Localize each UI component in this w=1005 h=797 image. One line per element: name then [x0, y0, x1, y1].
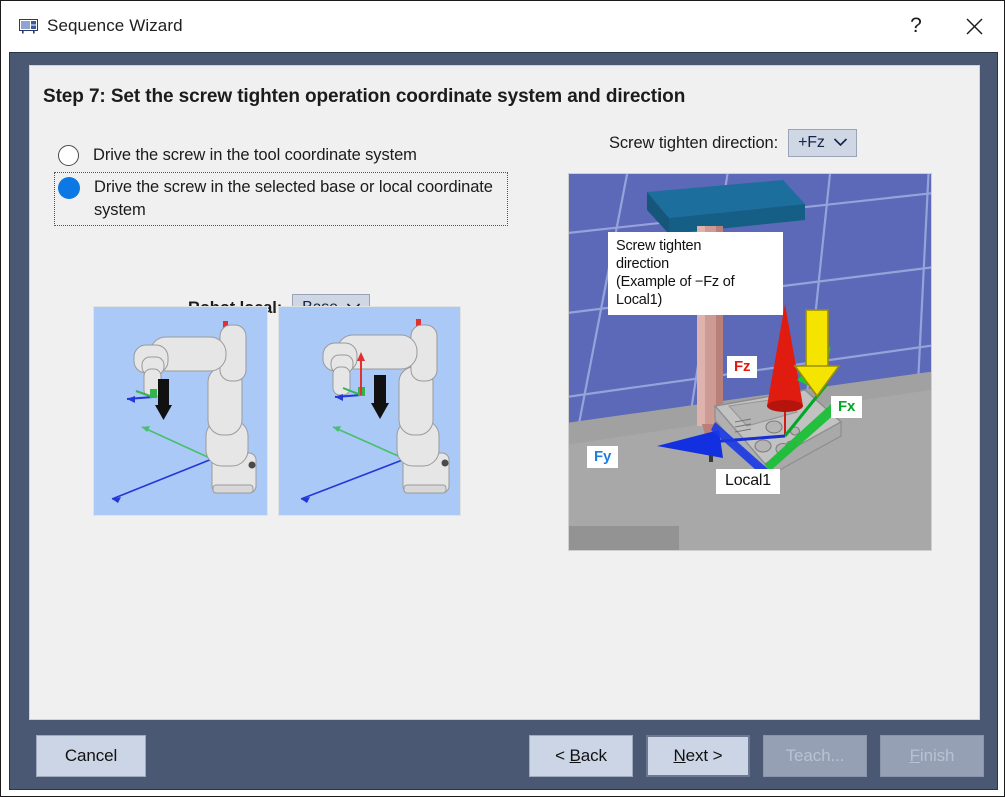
- chevron-down-icon: [833, 134, 848, 152]
- radio-option-base-local-coordinate[interactable]: Drive the screw in the selected base or …: [54, 172, 508, 226]
- radio-label-base-local-coordinate: Drive the screw in the selected base or …: [94, 178, 493, 219]
- title-bar: Sequence Wizard ?: [2, 2, 1003, 50]
- next-button-label: Next >: [673, 746, 723, 765]
- finish-button-label: Finish: [909, 746, 955, 765]
- radio-indicator-unchecked: [58, 145, 79, 166]
- page-title: Step 7: Set the screw tighten operation …: [43, 86, 686, 107]
- wizard-content-panel: Step 7: Set the screw tighten operation …: [29, 65, 980, 720]
- screw-tighten-direction-label: Screw tighten direction:: [609, 133, 779, 152]
- close-icon: [965, 17, 984, 36]
- sequence-wizard-window: Sequence Wizard ? Step 7: Set the screw …: [0, 0, 1005, 797]
- finish-button[interactable]: Finish: [880, 735, 984, 777]
- cancel-button[interactable]: Cancel: [36, 735, 146, 777]
- screw-direction-callout: Screw tighten direction (Example of −Fz …: [608, 232, 783, 315]
- next-button[interactable]: Next >: [646, 735, 750, 777]
- back-button-label: < Back: [555, 746, 607, 765]
- axis-label-fz: Fz: [727, 356, 758, 378]
- coordinate-system-label-local1: Local1: [716, 469, 780, 494]
- back-button[interactable]: < Back: [529, 735, 633, 777]
- axis-label-fx: Fx: [831, 396, 863, 418]
- close-button[interactable]: [945, 3, 1003, 49]
- screw-tighten-direction-row: Screw tighten direction: +Fz: [609, 129, 857, 157]
- radio-label-tool-coordinate: Drive the screw in the tool coordinate s…: [93, 146, 417, 164]
- screw-tighten-3d-preview: Screw tighten direction (Example of −Fz …: [568, 173, 932, 551]
- screw-tighten-direction-value: +Fz: [798, 133, 825, 151]
- wizard-icon: [19, 18, 38, 34]
- coordinate-system-radio-group: Drive the screw in the tool coordinate s…: [54, 141, 525, 228]
- axis-label-fy: Fy: [587, 446, 619, 468]
- robot-base-local-coordinate-preview: [278, 306, 461, 516]
- radio-option-tool-coordinate[interactable]: Drive the screw in the tool coordinate s…: [55, 141, 525, 170]
- radio-indicator-checked: [58, 177, 80, 199]
- wizard-frame: Step 7: Set the screw tighten operation …: [9, 52, 998, 790]
- title-bar-left: Sequence Wizard: [2, 16, 887, 36]
- window-title: Sequence Wizard: [47, 16, 183, 35]
- screw-tighten-direction-dropdown[interactable]: +Fz: [788, 129, 857, 157]
- robot-tool-coordinate-preview: [93, 306, 268, 516]
- wizard-footer: Cancel < Back Next > Teach... Finish: [29, 731, 984, 781]
- teach-button[interactable]: Teach...: [763, 735, 867, 777]
- help-button[interactable]: ?: [887, 3, 945, 49]
